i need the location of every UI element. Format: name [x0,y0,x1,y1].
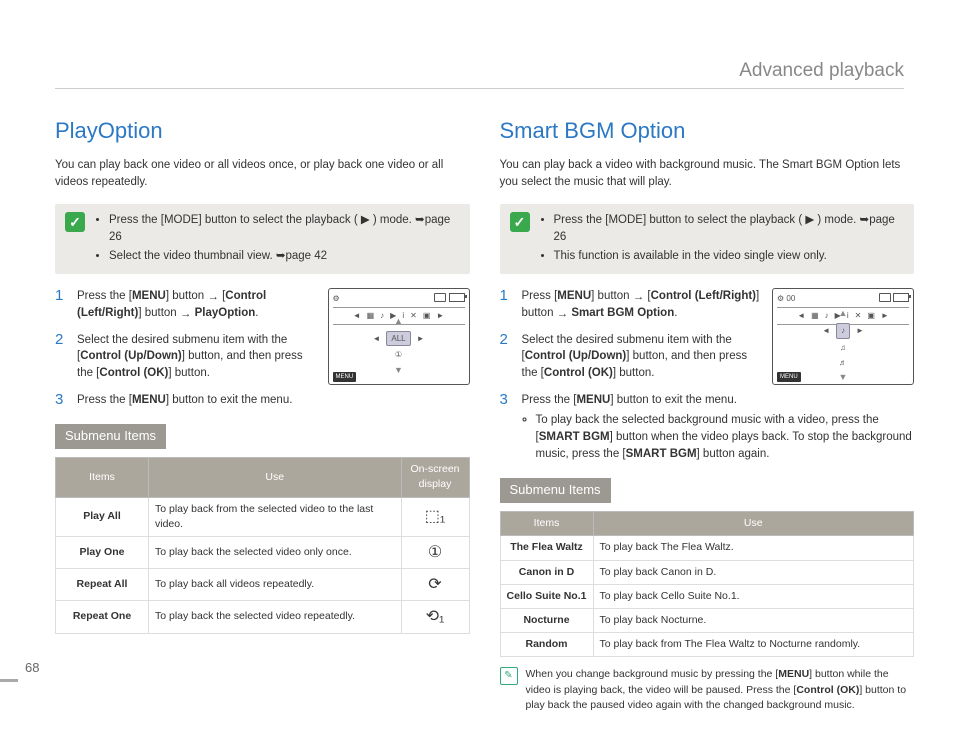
screen-menu-button: MENU [777,372,801,383]
note-icon: ✎ [500,667,518,685]
chapter-title: Advanced playback [739,60,904,82]
step-number: 3 [500,392,512,407]
check-icon: ✓ [510,212,530,232]
table-row: Cello Suite No.1To play back Cello Suite… [500,584,914,608]
check-icon: ✓ [65,212,85,232]
submenu-table-playoption: Items Use On-screen display Play AllTo p… [55,457,470,633]
step-text: Press [MENU] button → [Control (Left/Rig… [522,288,763,321]
page-accent [0,679,18,682]
submenu-heading: Submenu Items [500,478,611,503]
intro-text: You can play back a video with backgroun… [500,157,915,190]
table-row: RandomTo play back from The Flea Waltz t… [500,633,914,657]
footnote-text: When you change background music by pres… [526,667,915,713]
section-title-smartbgm: Smart BGM Option [500,115,915,147]
intro-text: You can play back one video or all video… [55,157,470,190]
table-header: Use [149,458,402,497]
display-icon: ⟳ [401,569,469,601]
note-list: Press the [MODE] button to select the pl… [540,212,905,266]
table-row: Repeat OneTo play back the selected vide… [56,601,470,633]
screen-highlight: ALL [386,331,410,347]
table-row: NocturneTo play back Nocturne. [500,609,914,633]
table-header: Items [56,458,149,497]
step-number: 2 [55,332,67,347]
section-title-playoption: PlayOption [55,115,470,147]
note-box: ✓ Press the [MODE] button to select the … [500,204,915,274]
step-text: Press the [MENU] button → [Control (Left… [77,288,318,321]
display-icon: ⬚₁ [401,497,469,536]
step-text: Press the [MENU] button to exit the menu… [522,392,915,463]
table-row: Repeat AllTo play back all videos repeat… [56,569,470,601]
screen-secondary-icon: ① [395,349,402,361]
table-row: Canon in DTo play back Canon in D. [500,560,914,584]
screen-menu-button: MENU [333,372,357,383]
step-text: Select the desired submenu item with the… [522,332,763,382]
display-icon: ⟲₁ [401,601,469,633]
table-row: Play AllTo play back from the selected v… [56,497,470,536]
step-number: 1 [500,288,512,303]
step-number: 3 [55,392,67,407]
step-text: Press the [MENU] button to exit the menu… [77,392,470,409]
left-column: PlayOption You can play back one video o… [55,115,470,713]
note-box: ✓ Press the [MODE] button to select the … [55,204,470,274]
step-text: Select the desired submenu item with the… [77,332,318,382]
note-item: Press the [MODE] button to select the pl… [109,212,460,245]
note-item: Press the [MODE] button to select the pl… [554,212,905,245]
header-rule [55,88,904,89]
lcd-screen-playoption: ⚙ ◄▦♪▶i✕▣► ▲ ◄ALL► ① ▼ MENU [328,288,470,385]
note-item: This function is available in the video … [554,248,905,265]
step-number: 1 [55,288,67,303]
display-icon: ① [401,537,469,569]
lcd-screen-smartbgm: ⚙ 00 ◄▦♪▶i✕▣► ▲ ◄♪► ♫ ♬ ▼ MENU [772,288,914,385]
page-number: 68 [25,660,39,675]
screen-item-icon: ♬ [839,357,847,369]
note-list: Press the [MODE] button to select the pl… [95,212,460,266]
note-item: Select the video thumbnail view. ➥page 4… [109,248,460,265]
table-row: The Flea WaltzTo play back The Flea Walt… [500,536,914,560]
right-column: Smart BGM Option You can play back a vid… [500,115,915,713]
screen-item-icon: ♫ [840,342,846,354]
table-header: Items [500,512,593,536]
screen-highlight: ♪ [836,323,850,339]
step-number: 2 [500,332,512,347]
footnote: ✎ When you change background music by pr… [500,667,915,713]
table-header: On-screen display [401,458,469,497]
table-header: Use [593,512,914,536]
submenu-heading: Submenu Items [55,424,166,449]
table-row: Play OneTo play back the selected video … [56,537,470,569]
submenu-table-smartbgm: Items Use The Flea WaltzTo play back The… [500,511,915,657]
